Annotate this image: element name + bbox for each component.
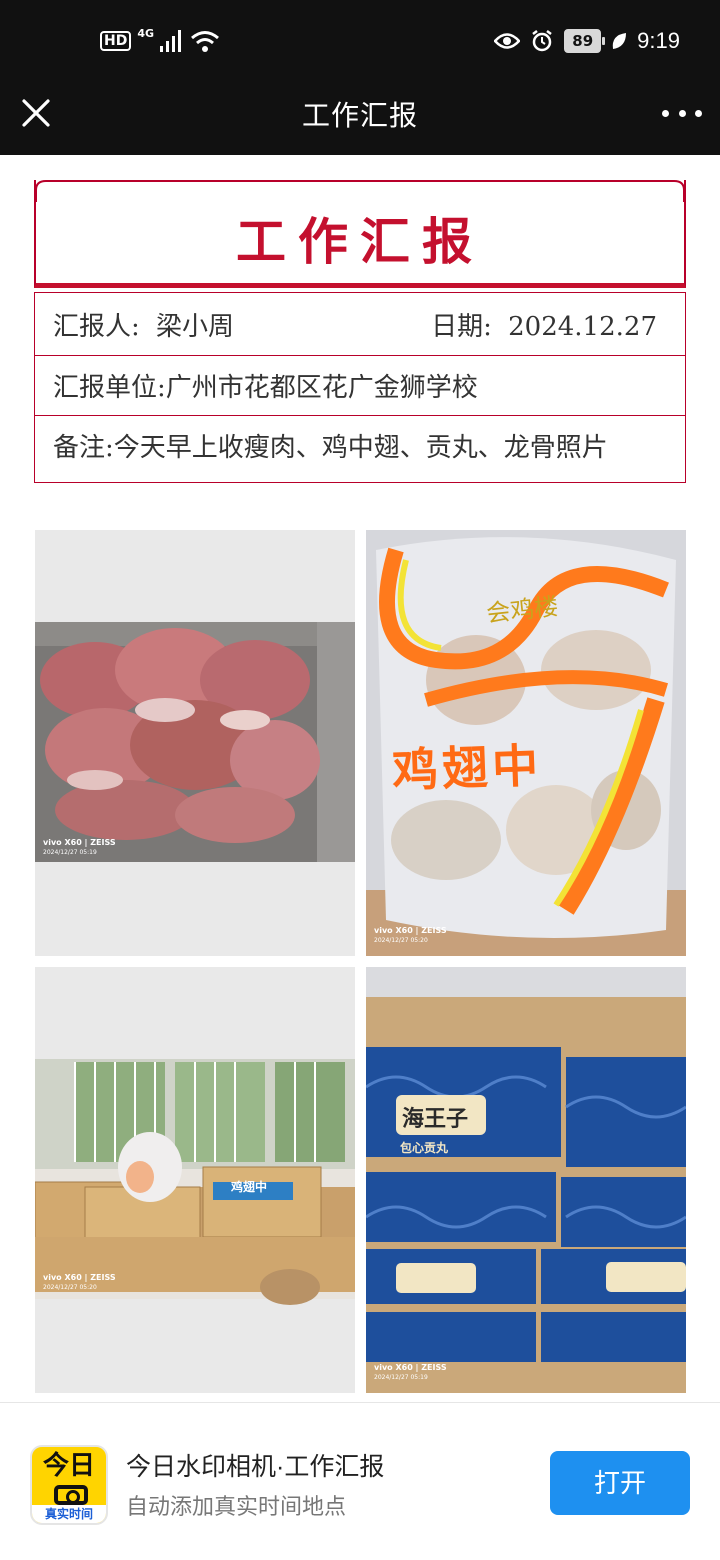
app-subtitle: 自动添加真实时间地点 (126, 1494, 347, 1519)
photo-watermark: vivo X60 | ZEISS 2024/12/27 05:19 (374, 1363, 447, 1383)
watermark-camera: vivo X60 | ZEISS (374, 1363, 447, 1372)
report-card: 工作汇报 汇报人: 梁小周 日期: 2024.12.27 汇报单位:广州市花都区… (34, 180, 686, 483)
hd-badge: HD (100, 31, 132, 51)
photo-watermark: vivo X60 | ZEISS 2024/12/27 05:19 (43, 838, 116, 858)
alarm-icon (532, 30, 553, 52)
corner-ornament-left (35, 180, 47, 202)
top-nav-bar: 工作汇报 (0, 80, 720, 155)
date-label: 日期: (431, 311, 492, 342)
report-title-box: 工作汇报 (34, 180, 686, 288)
dot (678, 110, 686, 117)
pork-image (35, 622, 355, 862)
watermark-time: 2024/12/27 05:20 (374, 937, 428, 944)
open-app-button[interactable]: 打开 (550, 1451, 690, 1515)
meatball-boxes-image (366, 967, 686, 1393)
status-right: 89 9:19 (494, 24, 680, 58)
watermark-camera: vivo X60 | ZEISS (43, 1273, 116, 1282)
date-field: 日期: 2024.12.27 (431, 306, 657, 343)
watermark-camera: vivo X60 | ZEISS (374, 926, 447, 935)
photo-watermark: vivo X60 | ZEISS 2024/12/27 05:20 (374, 926, 447, 946)
eye-icon (494, 33, 521, 49)
boxes-image (35, 1059, 355, 1305)
watermark-time: 2024/12/27 05:19 (43, 849, 97, 856)
watermark-time: 2024/12/27 05:19 (374, 1374, 428, 1381)
date-value: 2024.12.27 (508, 311, 657, 342)
title-top-border (46, 180, 674, 182)
status-bar: HD 4G 89 9:19 (0, 0, 720, 80)
watermark-time: 2024/12/27 05:20 (43, 1284, 97, 1291)
photo-stacked-boxes[interactable]: 鸡翅中 vivo X60 | ZEISS 2024/12/27 05:20 (35, 967, 355, 1393)
status-left: HD 4G (100, 26, 220, 56)
reporter-name: 梁小周 (156, 311, 235, 342)
signal-icon (160, 30, 182, 52)
reporter-date-row: 汇报人: 梁小周 日期: 2024.12.27 (34, 292, 686, 356)
app-icon[interactable]: 今日 真实时间 (30, 1445, 108, 1525)
report-title: 工作汇报 (236, 212, 484, 271)
wifi-icon (191, 31, 219, 52)
leaf-icon (612, 33, 627, 49)
more-dots-icon[interactable] (662, 110, 702, 120)
photo-meatball-boxes[interactable]: 海王子 包心贡丸 vivo X60 | ZEISS 2024/12/27 05:… (366, 967, 686, 1393)
photo-chicken-wings[interactable]: 会鸡楼 鸡翅中 vivo X60 | ZEISS 2024/12/27 05:2… (366, 530, 686, 956)
app-promo-banner: 今日 真实时间 今日水印相机·工作汇报 自动添加真实时间地点 打开 (0, 1402, 720, 1560)
reporter-label: 汇报人: (53, 311, 140, 342)
bag-label-text: 鸡翅中 (391, 738, 544, 798)
box-brand-text: 海王子 (402, 1106, 469, 1132)
dot (695, 110, 702, 117)
photo-lean-pork[interactable]: vivo X60 | ZEISS 2024/12/27 05:19 (35, 530, 355, 956)
photo-watermark: vivo X60 | ZEISS 2024/12/27 05:20 (43, 1273, 116, 1293)
app-name: 今日水印相机·工作汇报 (126, 1453, 385, 1481)
camera-icon (54, 1485, 88, 1505)
box-sub-text: 包心贡丸 (400, 1141, 449, 1155)
watermark-camera: vivo X60 | ZEISS (43, 838, 116, 847)
page-title: 工作汇报 (301, 100, 418, 131)
note-row: 备注:今天早上收瘦肉、鸡中翅、贡丸、龙骨照片 (34, 416, 686, 483)
clock-time: 9:19 (637, 28, 680, 53)
bag-brand-text: 会鸡楼 (484, 592, 560, 628)
unit-row: 汇报单位:广州市花都区花广金狮学校 (34, 356, 686, 416)
battery-icon: 89 (564, 29, 606, 53)
network-type: 4G (137, 26, 155, 40)
app-icon-top-text: 今日 (42, 1451, 95, 1481)
reporter-field: 汇报人: 梁小周 (53, 306, 234, 343)
dot (662, 110, 669, 117)
app-icon-bottom-text: 真实时间 (32, 1505, 106, 1523)
box-label-text: 鸡翅中 (231, 1180, 268, 1194)
corner-ornament-right (673, 180, 685, 202)
